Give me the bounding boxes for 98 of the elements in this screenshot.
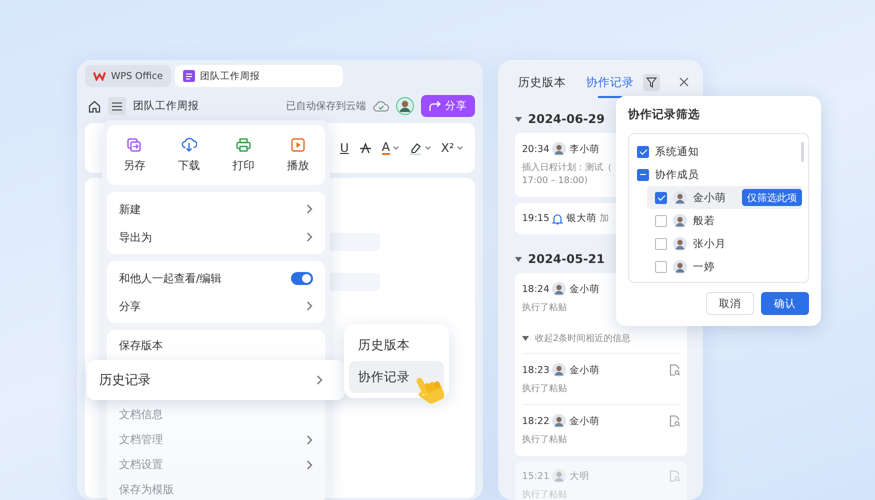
checkbox[interactable]: [655, 238, 667, 250]
tab[interactable]: 历史版本: [512, 74, 572, 98]
avatar-icon: [673, 214, 687, 228]
close-icon[interactable]: [679, 77, 689, 87]
record-time: 18:22: [522, 416, 550, 427]
avatar-icon: [552, 469, 566, 484]
checkbox[interactable]: [655, 192, 667, 204]
quick-action-button[interactable]: 打印: [216, 125, 270, 185]
avatar-icon: [396, 97, 414, 115]
record-time: 19:15: [522, 213, 550, 224]
tab[interactable]: WPS Office: [85, 65, 171, 87]
checkbox[interactable]: [655, 260, 667, 272]
share-icon: [429, 100, 441, 112]
option-label: 系统通知: [655, 144, 699, 158]
member-name: 金小萌: [693, 190, 726, 204]
filter-icon: [646, 76, 657, 88]
checkbox[interactable]: [637, 146, 649, 158]
member-name: 一婷: [693, 260, 715, 274]
user-name: 金小萌: [569, 282, 600, 296]
avatar-icon: [552, 142, 566, 156]
chevron-right-icon: [316, 375, 323, 385]
strikethrough-icon: [358, 142, 372, 154]
menu-item[interactable]: 历史记录: [87, 360, 345, 400]
user-name: 金小萌: [569, 414, 600, 428]
toggle-switch[interactable]: [291, 272, 313, 284]
highlighter-icon: [408, 142, 422, 154]
popup-title: 协作记录筛选: [628, 107, 701, 122]
tab[interactable]: 协作记录: [580, 74, 640, 98]
menu-icon: [112, 102, 122, 110]
menu-item[interactable]: 新建: [107, 195, 325, 223]
record-time: 15:21: [522, 470, 550, 482]
checkbox[interactable]: [637, 168, 649, 180]
user-name: 大明: [569, 470, 590, 483]
chevron-right-icon: [306, 434, 313, 444]
record-time: 18:24: [522, 284, 550, 295]
strikethrough-button[interactable]: [358, 142, 372, 154]
bell-icon: [552, 212, 564, 225]
highlight-button[interactable]: [408, 142, 431, 154]
menu-button[interactable]: [108, 97, 126, 115]
underline-button[interactable]: U: [340, 141, 349, 155]
submenu-item[interactable]: 历史版本: [349, 329, 444, 361]
quick-action-button[interactable]: 下载: [162, 125, 216, 185]
font-color-button[interactable]: A: [382, 141, 399, 155]
share-button[interactable]: 分享: [421, 95, 475, 117]
record-action: 执行了粘贴: [522, 383, 568, 396]
quick-action-button[interactable]: 播放: [270, 125, 325, 185]
document-title: 团队工作周报: [133, 99, 199, 113]
menu-item[interactable]: 分享: [107, 292, 325, 320]
play-icon: [290, 138, 305, 152]
wps-logo-icon: [93, 71, 106, 81]
caret-down-icon: [392, 146, 399, 150]
quick-action-button[interactable]: 另存: [107, 125, 162, 185]
user-name: 银大萌: [566, 212, 596, 226]
menu-item[interactable]: 保存版本: [107, 333, 325, 358]
chevron-right-icon: [306, 301, 313, 311]
record-time: 20:34: [522, 144, 550, 154]
document-icon: [182, 70, 195, 82]
checkbox[interactable]: [655, 214, 667, 226]
menu-item[interactable]: 导出为: [107, 223, 325, 251]
scrollbar: [801, 142, 804, 162]
avatar-icon: [552, 282, 566, 296]
record-time: 18:23: [522, 364, 550, 376]
caret-down-icon: [457, 146, 463, 150]
submenu-item[interactable]: 协作记录: [349, 361, 444, 393]
user-name: 金小萌: [569, 364, 600, 377]
cloud-check-icon: [373, 100, 389, 112]
menu-item[interactable]: 和他人一起查看/编辑: [107, 264, 325, 292]
avatar-icon: [673, 190, 687, 204]
collapse-link[interactable]: 收起2条时间相近的信息: [535, 332, 631, 346]
superscript-button[interactable]: X²: [440, 141, 463, 155]
avatar-icon: [552, 363, 566, 378]
filter-button[interactable]: [643, 74, 660, 90]
tab[interactable]: 团队工作周报: [174, 65, 343, 87]
chevron-right-icon: [306, 232, 313, 242]
date-heading: 2024-06-29: [528, 112, 605, 126]
home-icon[interactable]: [88, 100, 101, 112]
save-status: 已自动保存到云端: [286, 100, 366, 113]
save-as-icon: [127, 138, 142, 152]
record-action: 插入日程计划：测试（ 17:00 – 18:00): [522, 162, 613, 188]
avatar-icon: [673, 236, 687, 250]
user-name: 李小萌: [569, 142, 600, 156]
member-name: 张小月: [693, 236, 726, 250]
avatar-icon: [673, 260, 687, 274]
cloud-download-icon: [180, 137, 197, 152]
printer-icon: [236, 138, 251, 152]
date-heading: 2024-05-21: [528, 252, 605, 266]
confirm-button[interactable]: 确认: [761, 292, 809, 315]
option-label: 协作成员: [655, 168, 699, 182]
cancel-button[interactable]: 取消: [706, 292, 754, 315]
record-action: 执行了粘贴: [522, 434, 568, 448]
chevron-right-icon: [306, 460, 313, 470]
member-name: 般若: [693, 214, 715, 228]
chevron-right-icon: [306, 204, 313, 214]
avatar-icon: [552, 414, 566, 428]
filter-only-button[interactable]: 仅筛选此项: [742, 189, 802, 206]
record-action: 执行了粘贴: [522, 302, 568, 316]
caret-down-icon: [424, 146, 431, 150]
record-action: 加: [599, 212, 610, 226]
